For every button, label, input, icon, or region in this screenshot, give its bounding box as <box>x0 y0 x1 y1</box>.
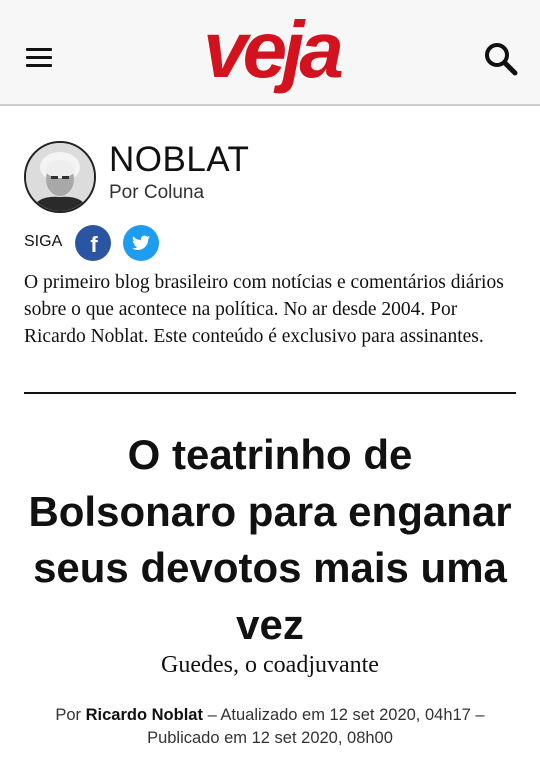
section-divider <box>24 392 516 394</box>
menu-bar <box>26 48 52 51</box>
search-icon[interactable] <box>482 40 522 80</box>
column-description: O primeiro blog brasileiro com notícias … <box>24 272 504 347</box>
menu-bar <box>26 56 52 59</box>
column-name[interactable]: NOBLAT <box>109 140 249 180</box>
byline-prefix: Por <box>55 706 86 724</box>
follow-label: SIGA <box>24 233 63 250</box>
author-link[interactable]: Ricardo Noblat <box>86 706 203 724</box>
article-title: O teatrinho de Bolsonaro para enganar se… <box>28 431 512 648</box>
facebook-glyph: f <box>90 232 98 257</box>
twitter-bird-glyph <box>132 235 150 251</box>
column-subtitle: Por Coluna <box>109 182 205 203</box>
facebook-icon[interactable]: f <box>75 225 111 261</box>
site-header: veja <box>0 0 540 106</box>
veja-logo[interactable]: veja <box>190 2 352 98</box>
hamburger-menu-icon[interactable] <box>24 46 54 70</box>
article-subtitle: Guedes, o coadjuvante <box>161 652 379 678</box>
search-icon-graphic <box>485 43 518 76</box>
menu-bar <box>26 64 52 67</box>
columnist-portrait <box>26 143 94 211</box>
columnist-avatar[interactable] <box>24 141 96 213</box>
svg-text:f: f <box>90 232 98 257</box>
article-byline: Por Ricardo Noblat – Atualizado em 12 se… <box>30 704 510 750</box>
twitter-icon[interactable] <box>123 225 159 261</box>
